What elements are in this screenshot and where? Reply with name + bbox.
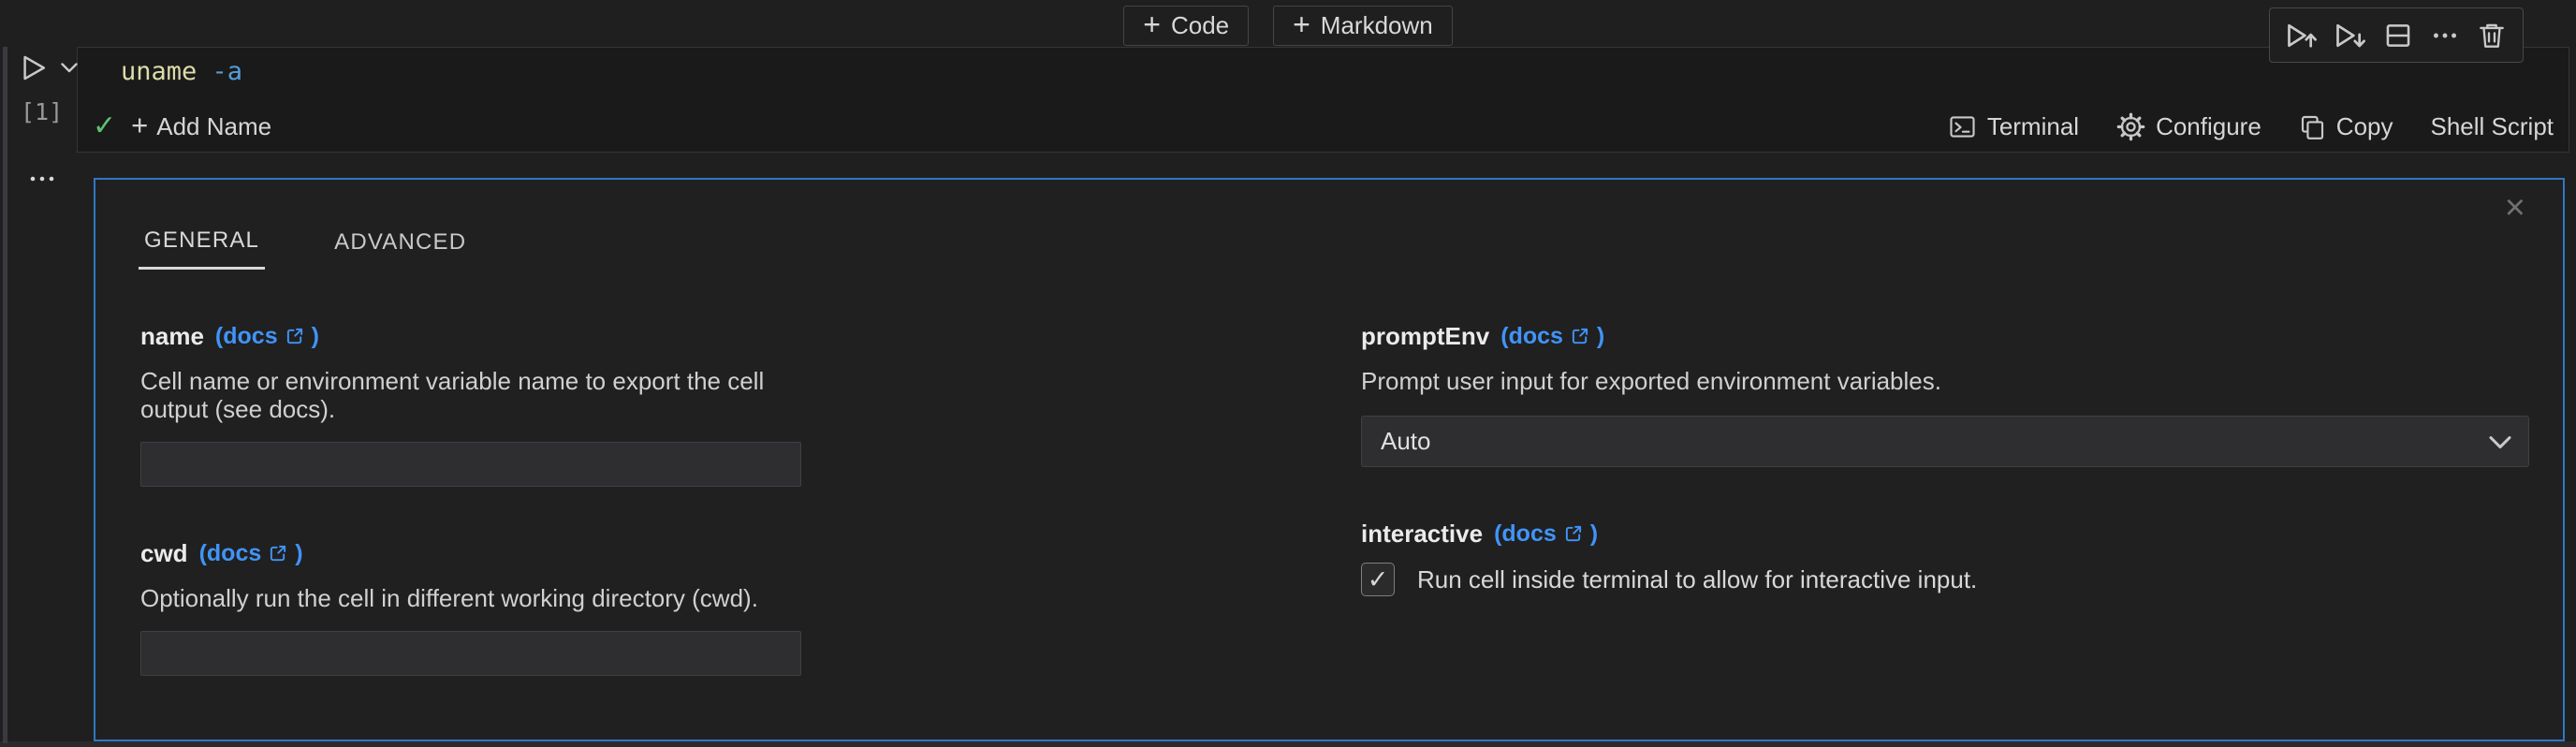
docs-link[interactable]: (docs ) xyxy=(1500,322,1604,350)
field-promptenv: promptEnv (docs ) Prompt user input for … xyxy=(1361,322,2529,467)
field-name-description: Cell name or environment variable name t… xyxy=(140,367,765,423)
interactive-checkbox-label: Run cell inside terminal to allow for in… xyxy=(1417,564,1978,593)
cell-status-bar: ✓ + Add Name Terminal Configure Copy She… xyxy=(93,107,2554,146)
more-actions-button[interactable] xyxy=(2429,20,2461,51)
external-link-icon xyxy=(1570,326,1590,346)
copy-label: Copy xyxy=(2335,111,2393,140)
name-input[interactable] xyxy=(140,442,801,487)
cell-focus-indicator xyxy=(3,47,7,743)
promptenv-select[interactable]: Auto xyxy=(1361,416,2529,467)
execute-above-button[interactable] xyxy=(2285,19,2319,52)
cwd-input[interactable] xyxy=(140,631,801,676)
interactive-checkbox[interactable]: ✓ xyxy=(1361,563,1395,596)
field-interactive-label-row: interactive (docs ) xyxy=(1361,520,2529,548)
split-cell-icon xyxy=(2382,20,2414,51)
trash-icon xyxy=(2476,20,2508,51)
field-interactive-label: interactive xyxy=(1361,520,1484,548)
gear-icon xyxy=(2116,112,2145,141)
code-editor[interactable]: uname -a xyxy=(121,57,242,87)
field-name-label: name xyxy=(140,322,204,350)
cell-more-button[interactable] xyxy=(28,172,58,185)
cell-status-right: Terminal Configure Copy Shell Script xyxy=(1948,112,2554,141)
chevron-down-icon xyxy=(2489,435,2511,450)
chevron-down-icon xyxy=(61,62,78,74)
docs-link-label: docs xyxy=(1501,520,1557,547)
ellipsis-icon xyxy=(2429,20,2461,51)
add-code-button[interactable]: + Code xyxy=(1123,6,1250,46)
copy-icon xyxy=(2299,113,2326,140)
check-icon: ✓ xyxy=(1367,564,1389,593)
external-link-icon xyxy=(285,326,305,346)
language-picker[interactable]: Shell Script xyxy=(2431,112,2554,141)
add-name-label: Add Name xyxy=(156,111,272,140)
promptenv-select-value: Auto xyxy=(1381,427,1431,455)
field-cwd-description: Optionally run the cell in different wor… xyxy=(140,584,758,612)
language-label: Shell Script xyxy=(2430,111,2554,140)
code-cell[interactable]: uname -a ✓ + Add Name Terminal Configure… xyxy=(77,47,2569,153)
panel-column-right: promptEnv (docs ) Prompt user input for … xyxy=(1361,322,2529,596)
cell-actions-toolbar xyxy=(2269,7,2524,63)
execute-below-button[interactable] xyxy=(2334,19,2367,52)
tab-advanced[interactable]: ADVANCED xyxy=(329,227,472,270)
docs-link[interactable]: (docs ) xyxy=(199,539,303,567)
docs-link-label: docs xyxy=(223,323,278,349)
field-name: name (docs ) Cell name or environment va… xyxy=(140,322,801,487)
docs-link-label: docs xyxy=(206,540,262,566)
interactive-checkbox-row: ✓ Run cell inside terminal to allow for … xyxy=(1361,563,2529,596)
code-command: uname xyxy=(121,57,198,86)
docs-link[interactable]: (docs ) xyxy=(215,322,319,350)
tab-general[interactable]: GENERAL xyxy=(139,227,266,270)
external-link-icon xyxy=(268,543,288,564)
field-name-label-row: name (docs ) xyxy=(140,322,801,350)
close-button[interactable]: × xyxy=(2499,189,2531,227)
add-name-button[interactable]: + Add Name xyxy=(131,108,272,141)
code-flag: -a xyxy=(212,57,243,86)
field-cwd: cwd (docs ) Optionally run the cell in d… xyxy=(140,539,801,676)
add-code-label: Code xyxy=(1170,11,1230,39)
panel-column-left: name (docs ) Cell name or environment va… xyxy=(140,322,801,676)
plus-icon: + xyxy=(131,108,149,141)
docs-link-label: docs xyxy=(1508,323,1563,349)
execute-above-icon xyxy=(2285,19,2319,52)
field-cwd-label-row: cwd (docs ) xyxy=(140,539,801,567)
delete-cell-button[interactable] xyxy=(2476,20,2508,51)
execution-count: [1] xyxy=(21,98,64,125)
configure-button[interactable]: Configure xyxy=(2116,112,2261,141)
run-cell-button[interactable] xyxy=(19,52,78,83)
add-markdown-label: Markdown xyxy=(1320,11,1433,39)
add-markdown-button[interactable]: + Markdown xyxy=(1273,6,1453,46)
field-promptenv-label: promptEnv xyxy=(1361,322,1490,350)
field-promptenv-label-row: promptEnv (docs ) xyxy=(1361,322,2529,350)
terminal-label: Terminal xyxy=(1986,111,2080,140)
copy-button[interactable]: Copy xyxy=(2299,112,2393,141)
field-interactive: interactive (docs ) ✓ Run cell inside te… xyxy=(1361,520,2529,596)
plus-icon: + xyxy=(1143,7,1161,41)
success-check-icon: ✓ xyxy=(93,110,117,141)
configure-label: Configure xyxy=(2156,111,2261,140)
split-cell-button[interactable] xyxy=(2382,20,2414,51)
bottom-divider xyxy=(0,741,2576,747)
terminal-button[interactable]: Terminal xyxy=(1948,112,2079,141)
cell-configure-panel: × GENERAL ADVANCED name (docs ) Cell nam… xyxy=(94,178,2565,741)
terminal-icon xyxy=(1948,112,1977,141)
field-promptenv-description: Prompt user input for exported environme… xyxy=(1361,367,1941,395)
play-icon xyxy=(19,52,50,83)
external-link-icon xyxy=(1563,523,1584,544)
close-icon: × xyxy=(2504,188,2525,227)
docs-link[interactable]: (docs ) xyxy=(1494,520,1598,548)
ellipsis-icon xyxy=(28,172,58,185)
notebook-toolbar: + Code + Markdown xyxy=(0,6,2576,46)
cell-status-left: ✓ + Add Name xyxy=(93,108,272,141)
field-cwd-label: cwd xyxy=(140,539,188,567)
plus-icon: + xyxy=(1293,7,1310,41)
execute-below-icon xyxy=(2334,19,2367,52)
panel-tabs: GENERAL ADVANCED xyxy=(139,227,472,270)
